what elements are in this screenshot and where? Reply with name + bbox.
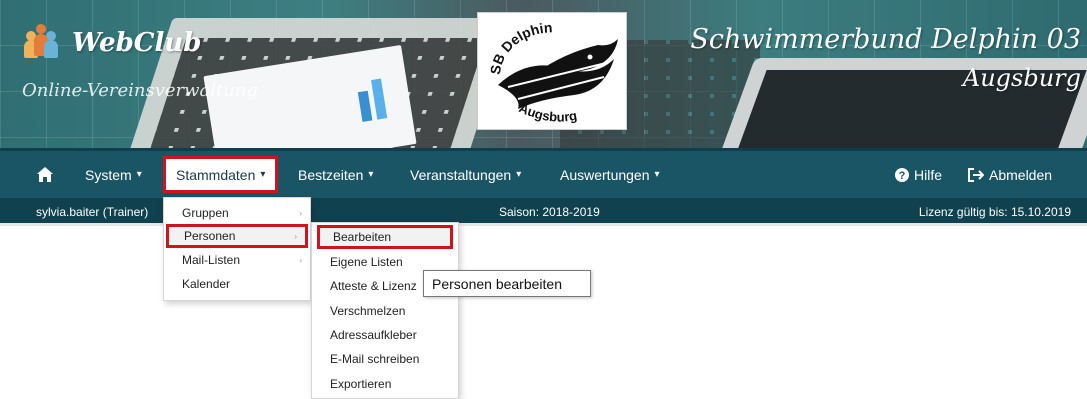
menu-item-label: Mail-Listen [182, 253, 241, 267]
main-navbar: System ▾ Stammdaten ▾ Bestzeiten ▾ Veransta… [0, 148, 1087, 198]
club-name: Schwimmerbund Delphin 03 [690, 24, 1081, 55]
help-label: Hilfe [914, 166, 943, 183]
chevron-right-icon: › [299, 208, 302, 218]
menu-item-label: Personen [184, 229, 236, 243]
webclub-logo-icon [22, 24, 60, 62]
nav-auswertungen[interactable]: Auswertungen ▾ [560, 151, 660, 198]
stammdaten-dropdown: Gruppen › Personen › Mail-Listen › Kalen… [163, 197, 311, 301]
header-banner: WebClub Online-Vereinsverwaltung SB Delp… [0, 0, 1087, 148]
webclub-page: WebClub Online-Vereinsverwaltung SB Delp… [0, 0, 1087, 399]
question-circle-icon: ? [895, 167, 909, 182]
nav-bestzeiten-label: Bestzeiten [298, 166, 364, 183]
menu-item-label: Eigene Listen [330, 255, 403, 269]
club-city: Augsburg [962, 64, 1081, 92]
menu-item-verschmelzen[interactable]: Verschmelzen [312, 299, 458, 323]
home-button[interactable] [30, 151, 60, 198]
nav-stammdaten-label: Stammdaten [176, 166, 256, 183]
nav-bestzeiten[interactable]: Bestzeiten ▾ [298, 151, 373, 198]
menu-item-exportieren[interactable]: Exportieren [312, 372, 458, 396]
menu-item-email-schreiben[interactable]: E-Mail schreiben [312, 347, 458, 371]
menu-item-label: Bearbeiten [333, 230, 392, 244]
menu-item-label: Gruppen [182, 206, 229, 220]
license-label: Lizenz gültig bis: 15.10.2019 [918, 205, 1071, 219]
menu-item-label: Adressaufkleber [330, 328, 417, 342]
chevron-down-icon: ▾ [516, 169, 522, 180]
app-tagline: Online-Vereinsverwaltung [22, 80, 258, 101]
current-user: sylvia.baiter (Trainer) [36, 205, 149, 219]
menu-item-label: Exportieren [330, 377, 392, 391]
nav-system-label: System [85, 166, 132, 183]
menu-item-label: Atteste & Lizenz [330, 279, 417, 293]
chevron-down-icon: ▾ [368, 169, 374, 180]
menu-item-personen[interactable]: Personen › [166, 224, 308, 248]
personen-submenu: Bearbeiten Eigene Listen Atteste & Lizen… [311, 222, 459, 399]
chevron-right-icon: › [294, 231, 297, 241]
club-logo: SB Delphin Augsburg [477, 12, 627, 130]
menu-item-label: Kalender [182, 277, 231, 291]
menu-item-adressaufkleber[interactable]: Adressaufkleber [312, 323, 458, 347]
help-button[interactable]: ? Hilfe [895, 151, 942, 198]
logout-button[interactable]: Abmelden [968, 151, 1052, 198]
app-name: WebClub [72, 28, 202, 58]
svg-text:?: ? [899, 170, 906, 182]
sign-out-icon [968, 167, 984, 182]
menu-item-bearbeiten[interactable]: Bearbeiten [317, 225, 453, 249]
home-icon [37, 167, 53, 182]
nav-stammdaten[interactable]: Stammdaten ▾ [163, 156, 279, 193]
chevron-right-icon: › [299, 255, 302, 265]
nav-veranstaltungen[interactable]: Veranstaltungen ▾ [410, 151, 521, 198]
nav-auswertungen-label: Auswertungen [560, 166, 650, 183]
menu-item-mail-listen[interactable]: Mail-Listen › [164, 248, 310, 272]
tooltip: Personen bearbeiten [423, 270, 591, 297]
logout-label: Abmelden [989, 166, 1053, 183]
menu-item-label: E-Mail schreiben [330, 352, 420, 366]
menu-item-kalender[interactable]: Kalender [164, 272, 310, 296]
menu-item-label: Verschmelzen [330, 304, 406, 318]
nav-system[interactable]: System ▾ [85, 151, 142, 198]
chevron-down-icon: ▾ [260, 169, 266, 180]
chevron-down-icon: ▾ [654, 169, 660, 180]
chevron-down-icon: ▾ [136, 169, 142, 180]
menu-item-gruppen[interactable]: Gruppen › [164, 201, 310, 225]
season-label: Saison: 2018-2019 [499, 205, 600, 219]
nav-veranstaltungen-label: Veranstaltungen [410, 166, 512, 183]
brand[interactable]: WebClub [22, 24, 201, 62]
